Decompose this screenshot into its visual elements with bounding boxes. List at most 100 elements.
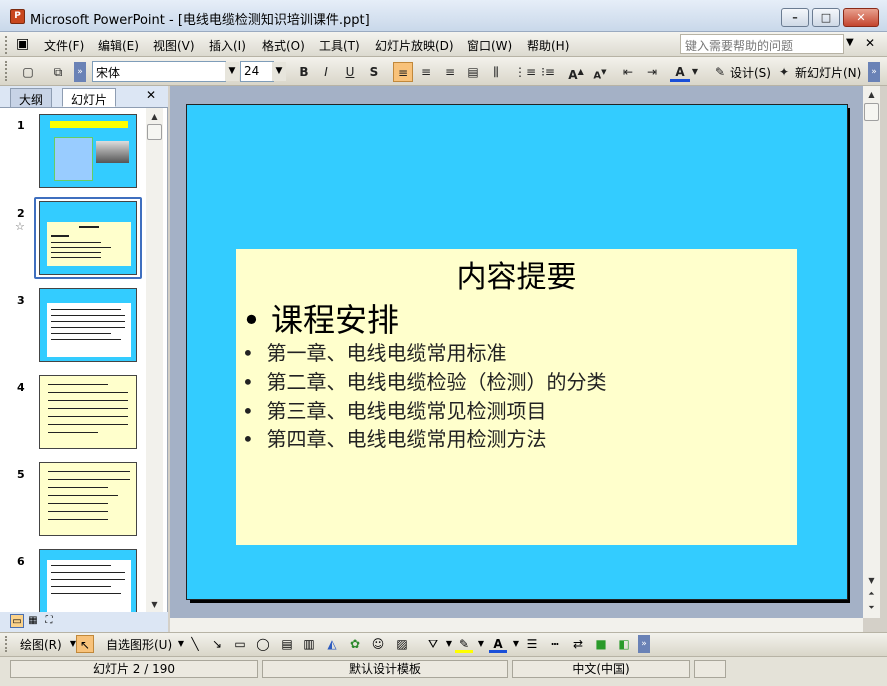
menu-slideshow[interactable]: 幻灯片放映(D) — [375, 37, 454, 54]
underline-button[interactable]: U — [340, 62, 360, 82]
design-template[interactable]: 默认设计模板 — [262, 660, 508, 678]
close-document-icon[interactable]: ✕ — [865, 36, 875, 50]
thumbnails-scrollbar[interactable] — [146, 108, 163, 612]
new-document-icon[interactable]: ▢ — [18, 62, 38, 82]
slide-thumbnail-2[interactable] — [39, 201, 137, 275]
scrollbar-thumb[interactable] — [147, 124, 162, 140]
font-name-combo[interactable]: 宋体 — [92, 61, 226, 82]
tab-slides[interactable]: 幻灯片 — [62, 88, 117, 107]
numbering-icon[interactable]: ⋮≡ — [514, 62, 536, 82]
bold-button[interactable]: B — [294, 62, 314, 82]
chevron-down-icon[interactable]: ▼ — [690, 62, 700, 82]
menu-insert[interactable]: 插入(I) — [209, 37, 246, 54]
drawbar-grip[interactable] — [5, 636, 9, 652]
scrollbar-thumb[interactable] — [864, 103, 879, 121]
maximize-button[interactable]: □ — [812, 8, 840, 27]
normal-view-icon[interactable]: ▭ — [10, 614, 24, 628]
increase-font-icon[interactable]: A▲ — [566, 62, 586, 82]
line-color-icon[interactable]: ✎ — [455, 635, 473, 653]
dash-style-icon[interactable]: ┅ — [546, 635, 564, 653]
shadow-style-icon[interactable]: ■ — [592, 635, 610, 653]
new-slide-button[interactable]: 新幻灯片(N) — [795, 64, 861, 81]
menu-view[interactable]: 视图(V) — [153, 37, 195, 54]
chevron-down-icon[interactable]: ▼ — [272, 62, 286, 81]
sub-bullet[interactable]: • 第二章、电线电缆检验（检测）的分类 — [242, 366, 607, 395]
decrease-indent-icon[interactable]: ⇤ — [618, 62, 638, 82]
text-color-icon[interactable]: A — [489, 635, 507, 653]
sub-bullet[interactable]: • 第一章、电线电缆常用标准 — [242, 337, 507, 366]
design-button[interactable]: 设计(S) — [730, 64, 771, 81]
menu-help[interactable]: 帮助(H) — [527, 37, 569, 54]
sub-bullet[interactable]: • 第三章、电线电缆常见检测项目 — [242, 395, 547, 424]
slide-thumbnail-5[interactable] — [39, 462, 137, 536]
toolbar-options-icon[interactable]: » — [868, 62, 880, 82]
increase-indent-icon[interactable]: ⇥ — [642, 62, 662, 82]
chevron-down-icon[interactable]: ▼ — [846, 37, 854, 48]
vertical-textbox-icon[interactable]: ▥ — [300, 635, 318, 653]
slideshow-view-icon[interactable]: ⛶ — [42, 614, 56, 628]
textbox-icon[interactable]: ▤ — [278, 635, 296, 653]
bullets-icon[interactable]: ⁝≡ — [538, 62, 558, 82]
menu-window[interactable]: 窗口(W) — [467, 37, 512, 54]
slide-title[interactable]: 内容提要 — [236, 252, 797, 296]
menu-tools[interactable]: 工具(T) — [319, 37, 360, 54]
arrow-style-icon[interactable]: ⇄ — [569, 635, 587, 653]
decrease-font-icon[interactable]: A▼ — [590, 62, 610, 82]
main-bullet-text: 课程安排 — [271, 301, 400, 339]
distribute-icon[interactable]: ⫼ — [486, 62, 506, 82]
select-pointer-icon[interactable]: ↖ — [76, 635, 94, 653]
close-icon[interactable]: ✕ — [146, 88, 156, 102]
document-menu-icon[interactable]: ▣ — [16, 36, 29, 52]
draw-menu-button[interactable]: 绘图(R) — [20, 636, 62, 653]
diagram-icon[interactable]: ✿ — [346, 635, 364, 653]
language-indicator[interactable]: 中文(中国) — [512, 660, 690, 678]
slide-thumbnail-6[interactable] — [39, 549, 137, 613]
main-bullet[interactable]: • 课程安排 — [242, 295, 399, 341]
menu-edit[interactable]: 编辑(E) — [98, 37, 139, 54]
toolbar-options-icon[interactable]: » — [74, 62, 86, 82]
scroll-up-icon[interactable]: ▲ — [147, 109, 162, 124]
slide-thumbnail-4[interactable] — [39, 375, 137, 449]
toolbar-options-icon[interactable]: » — [638, 635, 650, 653]
sub-bullet[interactable]: • 第四章、电线电缆常用检测方法 — [242, 423, 547, 452]
toolbar-grip[interactable] — [5, 61, 9, 81]
autoshapes-button[interactable]: 自选图形(U) — [106, 636, 172, 653]
previous-slide-icon[interactable]: ⏶ — [864, 586, 879, 601]
rectangle-icon[interactable]: ▭ — [231, 635, 249, 653]
slide-thumbnail-3[interactable] — [39, 288, 137, 362]
horizontal-scrollbar[interactable] — [170, 618, 863, 632]
menu-format[interactable]: 格式(O) — [262, 37, 305, 54]
copy-icon[interactable]: ⧉ — [48, 62, 68, 82]
scroll-up-icon[interactable]: ▲ — [864, 87, 879, 102]
menubar-grip[interactable] — [5, 36, 9, 54]
chevron-down-icon[interactable]: ▼ — [472, 635, 490, 653]
close-window-button[interactable]: ✕ — [843, 8, 879, 27]
thumb-content-box — [47, 560, 131, 613]
picture-icon[interactable]: ▨ — [393, 635, 411, 653]
oval-icon[interactable]: ◯ — [254, 635, 272, 653]
clipart-icon[interactable]: ☺ — [369, 635, 387, 653]
font-size-combo[interactable]: 24 — [240, 61, 274, 82]
slide-thumbnail-1[interactable] — [39, 114, 137, 188]
next-slide-icon[interactable]: ⏷ — [864, 600, 879, 615]
tab-outline[interactable]: 大纲 — [10, 88, 53, 107]
italic-button[interactable]: I — [316, 62, 336, 82]
menu-file[interactable]: 文件(F) — [44, 37, 84, 54]
align-left-icon[interactable]: ≡ — [393, 62, 413, 82]
line-style-icon[interactable]: ☰ — [523, 635, 541, 653]
justify-icon[interactable]: ▤ — [463, 62, 483, 82]
line-icon[interactable]: ╲ — [186, 635, 204, 653]
chevron-down-icon[interactable]: ▼ — [225, 62, 239, 81]
3d-style-icon[interactable]: ◧ — [615, 635, 633, 653]
align-right-icon[interactable]: ≡ — [440, 62, 460, 82]
slide-scrollbar[interactable] — [863, 86, 880, 618]
align-center-icon[interactable]: ≡ — [416, 62, 436, 82]
shadow-button[interactable]: S — [364, 62, 384, 82]
scroll-down-icon[interactable]: ▼ — [147, 597, 162, 612]
slide-sorter-icon[interactable]: ▦ — [26, 614, 40, 628]
font-color-button[interactable]: A — [670, 62, 690, 82]
minimize-button[interactable]: – — [781, 8, 809, 27]
wordart-icon[interactable]: ◭ — [323, 635, 341, 653]
help-search-input[interactable]: 键入需要帮助的问题 — [680, 34, 844, 54]
arrow-icon[interactable]: ↘ — [208, 635, 226, 653]
